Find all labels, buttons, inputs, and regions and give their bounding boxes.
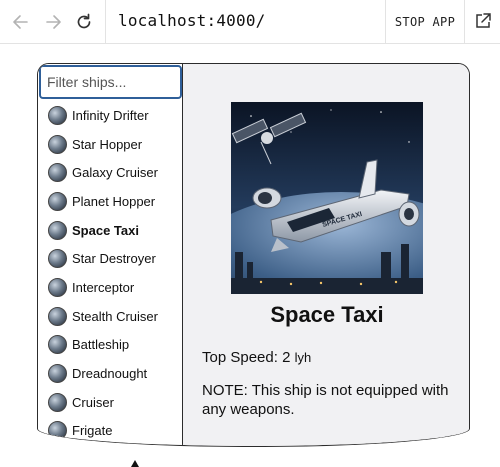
ship-list-label: Frigate — [72, 423, 113, 439]
top-speed-value: 2 — [282, 349, 291, 366]
ship-title: Space Taxi — [270, 302, 384, 327]
reload-icon[interactable] — [72, 10, 96, 34]
ship-thumbnail-icon — [48, 392, 67, 412]
ship-thumbnail-icon — [48, 134, 67, 154]
mouse-cursor-icon — [131, 460, 139, 467]
ship-sidebar: Infinity Drifter Star Hopper Galaxy Cruise… — [38, 64, 183, 446]
ship-list-item[interactable]: Frigate — [38, 417, 183, 446]
ship-list-item[interactable]: Interceptor — [38, 273, 183, 302]
top-speed-label: Top Speed: — [202, 349, 278, 366]
ship-list-label: Interceptor — [72, 279, 135, 295]
ship-thumbnail-icon — [48, 249, 67, 269]
ship-thumbnail-icon — [48, 277, 67, 297]
ship-thumbnail-icon — [48, 191, 67, 211]
ship-list-label: Infinity Drifter — [72, 107, 149, 123]
ship-list-item[interactable]: Stealth Cruiser — [38, 302, 183, 331]
stop-app-button[interactable]: STOP APP — [386, 0, 464, 44]
open-external-icon[interactable] — [472, 10, 494, 32]
ship-thumbnail-icon — [48, 335, 67, 355]
ship-list-label: Stealth Cruiser — [72, 308, 158, 324]
ship-list: Infinity Drifter Star Hopper Galaxy Cruise… — [38, 101, 183, 445]
ship-list-item[interactable]: Star Hopper — [38, 130, 183, 159]
ship-list-label: Battleship — [72, 337, 130, 353]
ship-thumbnail-icon — [48, 105, 67, 125]
ship-list-label: Galaxy Cruiser — [72, 165, 158, 181]
ship-thumbnail-icon — [48, 163, 67, 183]
ship-thumbnail-icon — [48, 220, 67, 240]
filter-ships-input[interactable] — [39, 65, 182, 99]
ship-list-label: Star Hopper — [72, 136, 143, 152]
ship-list-item[interactable]: Battleship — [38, 331, 183, 360]
toolbar-divider — [464, 0, 465, 44]
ship-list-item[interactable]: Cruiser — [38, 388, 183, 417]
ship-image: SPACE TAXI — [231, 102, 423, 294]
ship-list-item[interactable]: Dreadnought — [38, 359, 183, 388]
ship-thumbnail-icon — [48, 364, 67, 384]
ship-list-label: Space Taxi — [72, 222, 139, 238]
ship-list-item[interactable]: Star Destroyer — [38, 244, 183, 273]
ship-thumbnail-icon — [48, 421, 67, 441]
ship-list-label: Dreadnought — [72, 366, 148, 382]
toolbar-divider — [105, 0, 106, 44]
ship-list-item[interactable]: Infinity Drifter — [38, 101, 183, 130]
ship-list-label: Planet Hopper — [72, 193, 156, 209]
forward-arrow-icon[interactable] — [41, 10, 65, 34]
weapons-note: NOTE: This ship is not equipped with any… — [202, 382, 449, 418]
address-bar[interactable]: localhost:4000/ — [118, 11, 266, 30]
ship-list-item[interactable]: Galaxy Cruiser — [38, 158, 183, 187]
ship-list-label: Star Destroyer — [72, 251, 156, 267]
ship-list-item[interactable]: Planet Hopper — [38, 187, 183, 216]
ship-detail-panel: SPACE TAXI Space Taxi Top Speed: 2 lyh N… — [183, 64, 469, 446]
ship-thumbnail-icon — [48, 306, 67, 326]
top-speed: Top Speed: 2 lyh — [202, 349, 311, 366]
app-frame: Infinity Drifter Star Hopper Galaxy Cruise… — [37, 63, 470, 447]
ship-list-item[interactable]: Space Taxi — [38, 216, 183, 245]
top-speed-unit: lyh — [294, 350, 312, 365]
ship-list-label: Cruiser — [72, 394, 114, 410]
browser-toolbar: localhost:4000/ STOP APP — [0, 0, 500, 44]
back-arrow-icon[interactable] — [9, 10, 33, 34]
